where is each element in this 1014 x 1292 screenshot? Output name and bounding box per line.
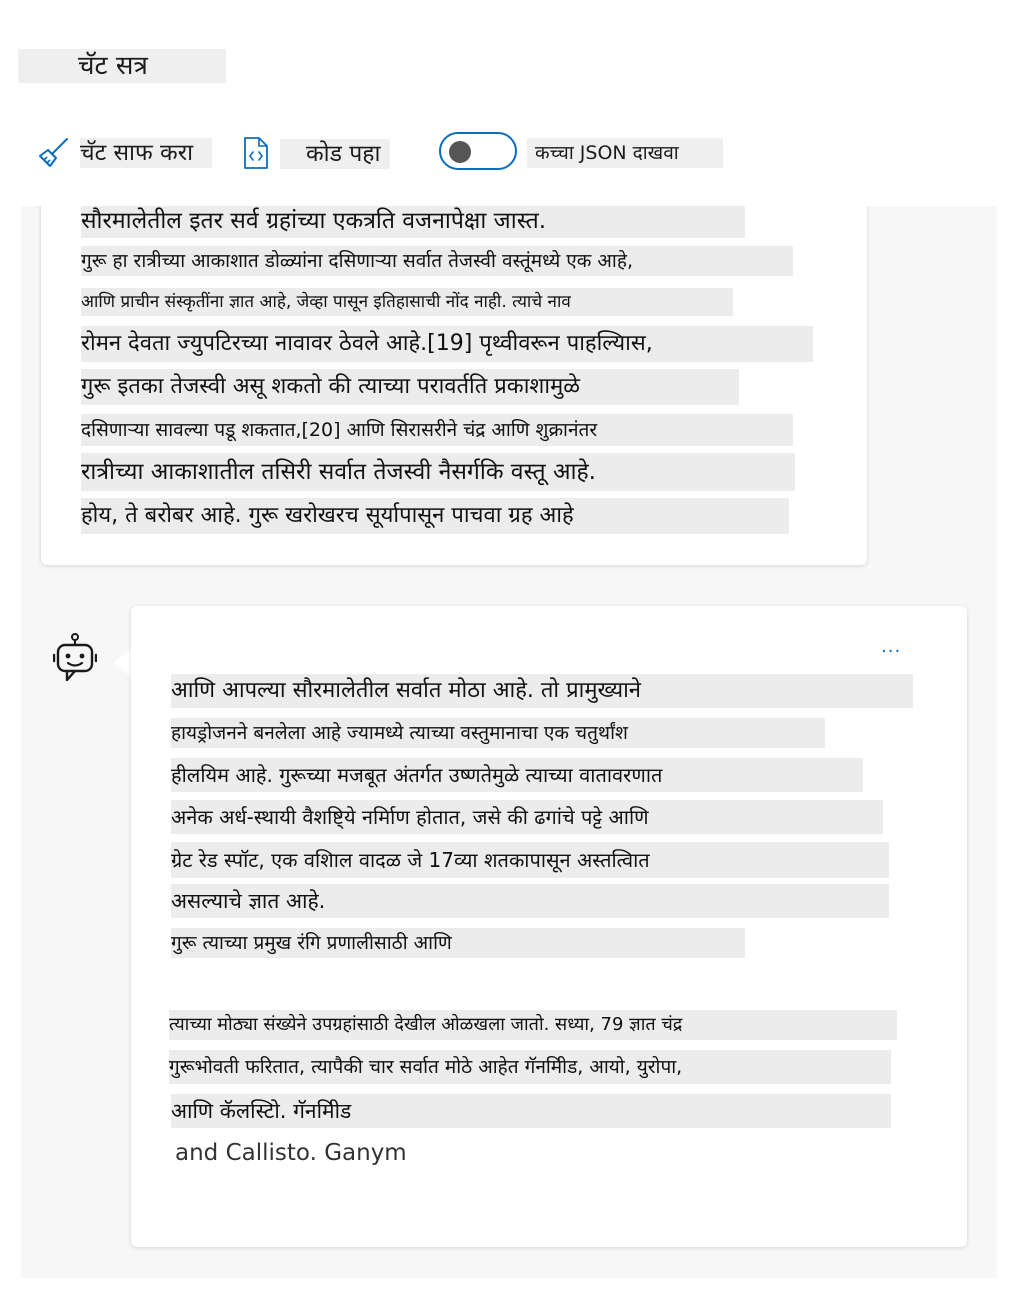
message-line: होय, ते बरोबर आहे. गुरू खरोखरच सूर्यापास… — [81, 498, 789, 534]
message-line: दसिणाऱ्या सावल्या पडू शकतात,[20] आणि सिर… — [81, 414, 793, 446]
more-options-button[interactable]: ... — [881, 636, 901, 657]
message-line: गुरूभोवती फरितात, त्यापैकी चार सर्वात मो… — [169, 1050, 891, 1084]
message-line: गुरू त्याच्या प्रमुख रंगि प्रणालीसाठी आण… — [171, 928, 745, 958]
message-line: असल्याचे ज्ञात आहे. — [171, 884, 889, 918]
message-line: and Callisto. Ganym — [175, 1140, 407, 1166]
bot-message-pointer — [113, 649, 131, 677]
clear-chat-button[interactable]: चॅट साफ करा — [80, 138, 212, 168]
broom-icon[interactable] — [36, 136, 70, 174]
message-line: हायड्रोजनने बनलेला आहे ज्यामध्ये त्याच्य… — [171, 718, 825, 748]
message-line: त्याच्या मोठ्या संख्येने उपग्रहांसाठी दे… — [169, 1010, 897, 1040]
session-title: चॅट सत्र — [18, 49, 226, 83]
message-line: गुरू इतका तेजस्वी असू शकतो की त्याच्या प… — [81, 369, 739, 405]
message-line: सौरमालेतील इतर सर्व ग्रहांच्या एकत्रति व… — [81, 206, 745, 238]
message-line: ग्रेट रेड स्पॉट, एक वशिाल वादळ जे 17व्या… — [171, 842, 889, 878]
code-file-icon[interactable] — [241, 136, 271, 174]
message-line: आणि आपल्या सौरमालेतील सर्वात मोठा आहे. त… — [171, 674, 913, 708]
message-line: आणि प्राचीन संस्कृतींना ज्ञात आहे, जेव्ह… — [81, 288, 733, 316]
message-line: रोमन देवता ज्युपटिरच्या नावावर ठेवले आहे… — [81, 326, 813, 362]
view-code-button[interactable]: कोड पहा — [280, 139, 390, 169]
message-line: गुरू हा रात्रीच्या आकाशात डोळ्यांना दसिण… — [81, 246, 793, 276]
user-message-card: सौरमालेतील इतर सर्व ग्रहांच्या एकत्रति व… — [41, 206, 867, 565]
chat-history-panel[interactable]: सौरमालेतील इतर सर्व ग्रहांच्या एकत्रति व… — [21, 206, 997, 1278]
toggle-knob — [449, 141, 471, 163]
assistant-message-card: ... आणि आपल्या सौरमालेतील सर्वात मोठा आह… — [131, 606, 967, 1247]
message-line: आणि कॅलस्टिो. गॅनमिीड — [171, 1094, 891, 1128]
message-line: अनेक अर्ध-स्थायी वैशष्टि्ये नर्मिाण होता… — [171, 800, 883, 834]
bot-icon — [52, 633, 98, 683]
message-line: रात्रीच्या आकाशातील तसिरी सर्वात तेजस्वी… — [81, 453, 795, 491]
message-line: हीलयिम आहे. गुरूच्या मजबूत अंतर्गत उष्णत… — [171, 758, 863, 792]
raw-json-toggle-label: कच्चा JSON दाखवा — [527, 138, 723, 168]
chat-toolbar: चॅट साफ करा कोड पहा कच्चा JSON दाखवा — [0, 128, 1014, 176]
raw-json-toggle[interactable] — [439, 132, 517, 170]
